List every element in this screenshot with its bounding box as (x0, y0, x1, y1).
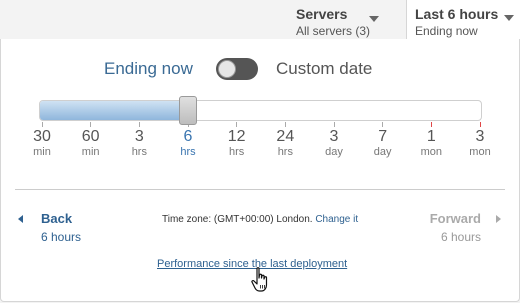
tick-unit: day (325, 146, 343, 158)
tick-value: 30 (33, 128, 51, 145)
slider-handle[interactable] (179, 96, 197, 125)
timezone-text: Time zone: (GMT+00:00) London. (162, 214, 313, 225)
timezone-info: Time zone: (GMT+00:00) London. Change it (162, 214, 358, 225)
arrow-left-icon (18, 215, 23, 223)
tick-mark (430, 122, 432, 127)
forward-button[interactable]: Forward 6 hours (430, 211, 501, 245)
slider-tick[interactable]: 30 min (17, 122, 67, 159)
header-bar: Servers All servers (3) Last 6 hours End… (0, 0, 520, 40)
tick-unit: hrs (131, 146, 147, 158)
tick-value: 3 (475, 128, 485, 145)
forward-label: Forward (429, 211, 481, 226)
servers-dropdown[interactable]: Servers All servers (3) (288, 0, 386, 40)
tick-mark (333, 122, 335, 127)
slider-tick[interactable]: 7 day (358, 122, 408, 159)
tick-mark (90, 122, 92, 127)
tick-unit: mon (469, 146, 491, 158)
tick-mark (284, 122, 286, 127)
tick-mark (41, 122, 43, 127)
slider-tick[interactable]: 12 hrs (212, 122, 262, 159)
tick-mark (236, 122, 238, 127)
servers-dropdown-subtitle: All servers (3) (296, 24, 371, 38)
arrow-right-icon (496, 215, 501, 223)
tick-value: 1 (426, 128, 436, 145)
tick-unit: hrs (180, 146, 196, 158)
ending-now-label[interactable]: Ending now (104, 59, 193, 79)
tick-unit: day (373, 146, 392, 158)
hand-pointer-icon (251, 267, 268, 292)
chevron-down-icon (369, 16, 379, 22)
tick-mark (479, 122, 481, 127)
custom-date-label[interactable]: Custom date (276, 59, 372, 79)
slider-tick[interactable]: 1 mon (406, 122, 456, 159)
slider-tick[interactable]: 6 hrs (163, 122, 213, 159)
back-button[interactable]: Back 6 hours (17, 211, 81, 245)
tick-value: 7 (378, 128, 388, 145)
time-range-subtitle: Ending now (415, 24, 478, 38)
slider-fill (40, 101, 189, 120)
tick-value: 6 (183, 128, 193, 145)
tick-value: 12 (227, 128, 246, 145)
time-range-slider-track[interactable] (39, 100, 482, 121)
back-label: Back (41, 211, 73, 226)
tick-unit: hrs (229, 146, 245, 158)
tick-unit: hrs (277, 146, 293, 158)
time-range-dropdown[interactable]: Last 6 hours Ending now (406, 0, 520, 40)
tick-value: 60 (81, 128, 100, 145)
slider-tick[interactable]: 60 min (66, 122, 116, 159)
tick-unit: min (33, 146, 51, 158)
back-duration: 6 hours (41, 230, 82, 244)
toggle-knob (218, 60, 236, 78)
slider-tick[interactable]: 3 hrs (114, 122, 164, 159)
slider-tick[interactable]: 3 day (309, 122, 359, 159)
tick-value: 24 (276, 128, 295, 145)
tick-unit: mon (420, 146, 443, 158)
tick-mark (138, 122, 140, 127)
change-timezone-link[interactable]: Change it (315, 214, 358, 225)
section-divider (15, 189, 505, 190)
tick-value: 3 (329, 128, 339, 145)
mode-row: Ending now Custom date (1, 55, 519, 83)
forward-duration: 6 hours (440, 230, 481, 244)
slider-tick[interactable]: 24 hrs (260, 122, 310, 159)
chevron-down-icon (504, 15, 514, 21)
tick-value: 3 (134, 128, 144, 145)
time-picker-panel: Ending now Custom date 30 min 60 min 3 hrs 6 hr… (0, 39, 520, 302)
custom-date-toggle[interactable] (216, 58, 258, 80)
slider-tick[interactable]: 3 mon (455, 122, 505, 159)
tick-mark (382, 122, 384, 127)
tick-unit: min (81, 146, 100, 158)
